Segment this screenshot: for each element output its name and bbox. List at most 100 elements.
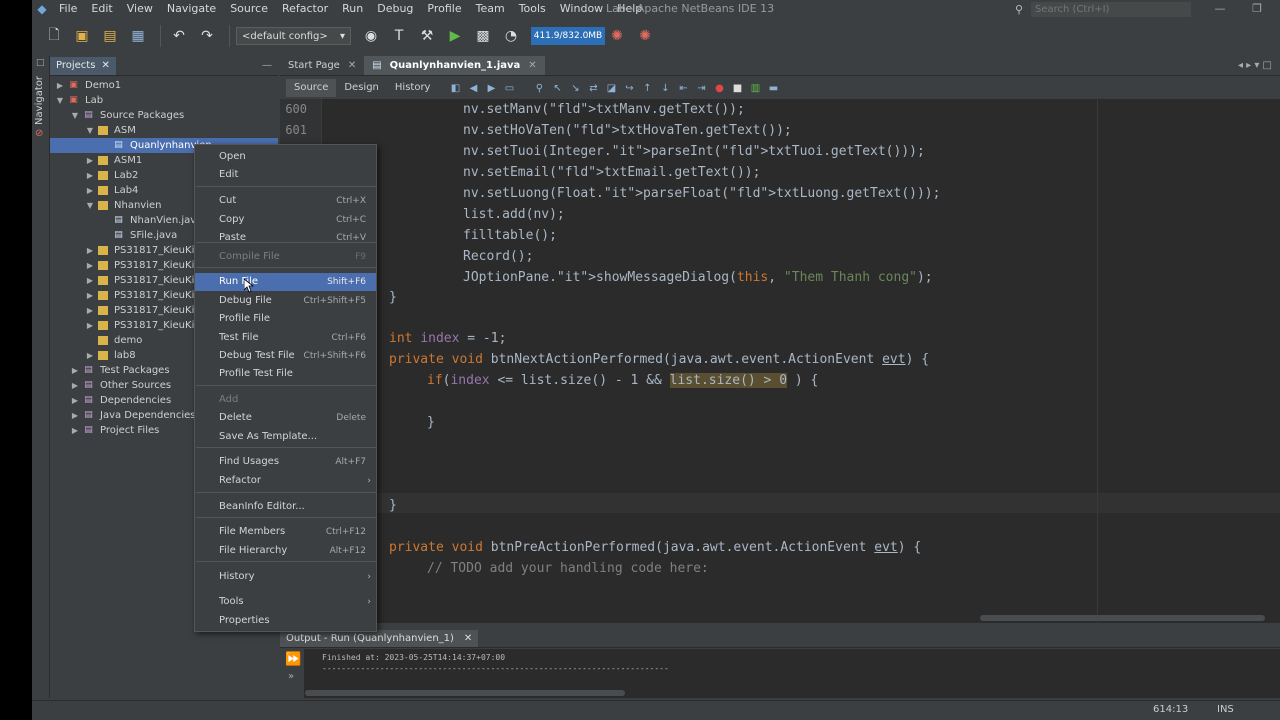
next-bookmark-icon[interactable]: ↓: [658, 81, 672, 95]
projects-tab[interactable]: Projects ✕: [50, 56, 116, 75]
find-selection-icon[interactable]: ⇄: [586, 81, 600, 95]
close-icon[interactable]: ✕: [101, 57, 109, 75]
output-tab[interactable]: Output - Run (Quanlynhanvien_1) ✕: [280, 630, 479, 647]
tree-item[interactable]: ▶ lab8: [84, 348, 136, 363]
tab-quanlynhanvien[interactable]: ▤ Quanlynhanvien_1.java ✕: [364, 56, 545, 75]
find-icon[interactable]: ⚲: [532, 81, 546, 95]
expanded-toggle-icon[interactable]: ▼: [54, 93, 66, 108]
toggle-bookmark-icon[interactable]: ↪: [622, 81, 636, 95]
menu-item-tools[interactable]: Tools ›: [195, 593, 376, 611]
gc-icon[interactable]: ✺: [605, 24, 629, 48]
clean-build-icon[interactable]: ⚒: [415, 24, 439, 48]
menu-run[interactable]: Run: [335, 0, 370, 18]
tab-list-icon[interactable]: ◂ ▸ ▾ □: [1238, 56, 1272, 75]
forward-icon[interactable]: ▶: [484, 81, 498, 95]
profile-project-icon[interactable]: ◔: [499, 24, 523, 48]
undo-icon[interactable]: ↶: [167, 24, 191, 48]
rerun-with-options-icon[interactable]: »: [288, 671, 294, 682]
collapsed-toggle-icon[interactable]: ▶: [84, 168, 96, 183]
collapsed-toggle-icon[interactable]: ▶: [69, 363, 81, 378]
globe-icon[interactable]: ◉: [359, 24, 383, 48]
close-icon[interactable]: ✕: [464, 633, 472, 644]
tree-item[interactable]: ▶ ▤ Other Sources: [69, 378, 171, 393]
menu-item-beaninfo-editor[interactable]: BeanInfo Editor...: [195, 498, 376, 516]
navigator-label[interactable]: Navigator: [34, 76, 45, 125]
history-mode-button[interactable]: History: [387, 79, 439, 97]
tree-item[interactable]: ▶ PS31817_KieuKien: [84, 288, 207, 303]
redo-icon[interactable]: ↷: [195, 24, 219, 48]
find-next-icon[interactable]: ↘: [568, 81, 582, 95]
source-mode-button[interactable]: Source: [286, 79, 337, 97]
tree-item[interactable]: ▼ ASM: [84, 123, 136, 138]
scrollbar-thumb[interactable]: [305, 690, 625, 696]
expanded-toggle-icon[interactable]: ▼: [69, 108, 81, 123]
stop-macro-icon[interactable]: ■: [730, 81, 744, 95]
expanded-toggle-icon[interactable]: ▼: [84, 123, 96, 138]
previous-bookmark-icon[interactable]: ↑: [640, 81, 654, 95]
collapsed-toggle-icon[interactable]: ▶: [69, 423, 81, 438]
menu-item-debug-file[interactable]: Debug File Ctrl+Shift+F5: [195, 292, 376, 310]
collapsed-toggle-icon[interactable]: ▶: [69, 393, 81, 408]
tree-item[interactable]: ▶ PS31817_KieuKien: [84, 303, 207, 318]
collapsed-toggle-icon[interactable]: ▶: [69, 378, 81, 393]
collapsed-toggle-icon[interactable]: ▶: [84, 288, 96, 303]
editor-horizontal-scrollbar[interactable]: [280, 614, 1280, 622]
collapsed-toggle-icon[interactable]: ▶: [84, 318, 96, 333]
tree-item[interactable]: ▶ PS31817_KieuKien: [84, 258, 207, 273]
tree-item[interactable]: ▶ ▣ Demo1: [54, 78, 121, 93]
debug-project-icon[interactable]: ▩: [471, 24, 495, 48]
tree-item[interactable]: ▤ SFile.java: [99, 228, 177, 243]
close-icon[interactable]: ✕: [528, 60, 536, 71]
tree-item[interactable]: demo: [84, 333, 142, 348]
code-editor[interactable]: 600 601 nv.setManv("fld">txtManv.getText…: [280, 99, 1280, 623]
tree-item[interactable]: ▶ PS31817_KieuKien: [84, 318, 207, 333]
find-previous-icon[interactable]: ↖: [550, 81, 564, 95]
tree-item[interactable]: ▶ Lab4: [84, 183, 139, 198]
menu-navigate[interactable]: Navigate: [160, 0, 223, 18]
close-icon[interactable]: ✕: [348, 60, 356, 71]
menu-item-cut[interactable]: Cut Ctrl+X: [195, 192, 376, 210]
menu-item-run-file[interactable]: Run File Shift+F6: [195, 273, 376, 291]
search-box[interactable]: ⚲: [1015, 1, 1198, 17]
menu-item-profile-test-file[interactable]: Profile Test File: [195, 365, 376, 383]
run-project-icon[interactable]: ▶: [443, 24, 467, 48]
menu-item-open[interactable]: Open: [195, 148, 376, 166]
collapsed-toggle-icon[interactable]: ▶: [69, 408, 81, 423]
menu-tools[interactable]: Tools: [512, 0, 553, 18]
menu-refactor[interactable]: Refactor: [275, 0, 335, 18]
new-project-icon[interactable]: ▣: [70, 24, 94, 48]
uncomment-icon[interactable]: ▬: [766, 81, 780, 95]
design-mode-button[interactable]: Design: [336, 79, 387, 97]
collapsed-toggle-icon[interactable]: ▶: [84, 273, 96, 288]
tree-item[interactable]: ▶ ▤ Test Packages: [69, 363, 170, 378]
tree-item[interactable]: ▼ Nhanvien: [84, 198, 162, 213]
menu-item-copy[interactable]: Copy Ctrl+C: [195, 211, 376, 229]
memory-meter[interactable]: 411.9/832.0MB: [531, 27, 605, 45]
menu-profile[interactable]: Profile: [420, 0, 468, 18]
expanded-toggle-icon[interactable]: ▼: [84, 198, 96, 213]
menu-edit[interactable]: Edit: [84, 0, 119, 18]
menu-item-profile-file[interactable]: Profile File: [195, 310, 376, 328]
menu-item-history[interactable]: History ›: [195, 568, 376, 586]
collapsed-toggle-icon[interactable]: ▶: [84, 258, 96, 273]
profiler-snapshot-icon[interactable]: ✺: [633, 24, 657, 48]
rerun-icon[interactable]: ⏩: [285, 652, 301, 667]
tree-item[interactable]: ▶ ASM1: [84, 153, 142, 168]
tree-item[interactable]: ▶ PS31817_KieuKien: [84, 273, 207, 288]
collapsed-toggle-icon[interactable]: ▶: [84, 183, 96, 198]
shift-left-icon[interactable]: ⇤: [676, 81, 690, 95]
last-edit-icon[interactable]: ◧: [448, 81, 462, 95]
tree-item[interactable]: ▼ ▣ Lab: [54, 93, 103, 108]
toggle-highlight-icon[interactable]: ◪: [604, 81, 618, 95]
menu-item-save-as-template[interactable]: Save As Template...: [195, 428, 376, 446]
scrollbar-thumb[interactable]: [980, 615, 1265, 621]
record-macro-icon[interactable]: ●: [712, 81, 726, 95]
collapsed-toggle-icon[interactable]: ▶: [54, 78, 66, 93]
menu-file[interactable]: File: [52, 0, 84, 18]
minimize-panel-icon[interactable]: —: [262, 60, 272, 71]
tree-item[interactable]: ▶ ▤ Project Files: [69, 423, 159, 438]
shift-right-icon[interactable]: ⇥: [694, 81, 708, 95]
output-horizontal-scrollbar[interactable]: [305, 690, 1280, 696]
menu-item-properties[interactable]: Properties: [195, 612, 376, 630]
tree-item[interactable]: ▼ ▤ Source Packages: [69, 108, 184, 123]
